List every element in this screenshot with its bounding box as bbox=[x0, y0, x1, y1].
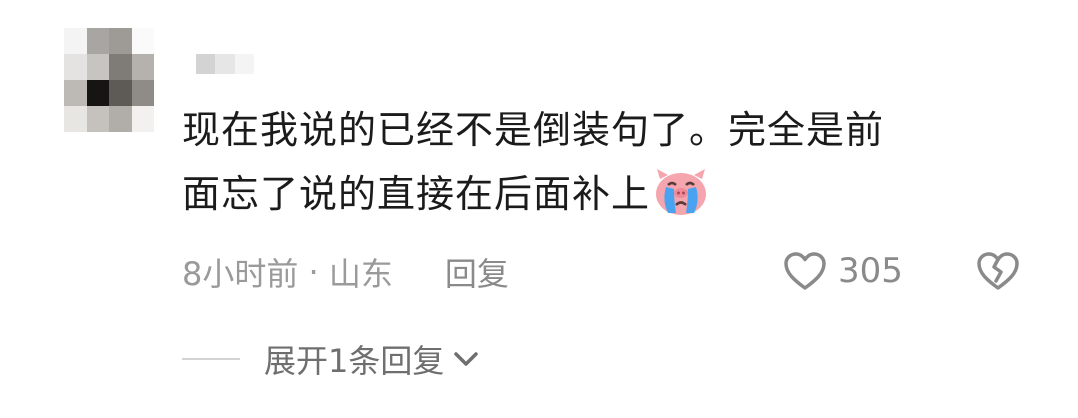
comment-meta: 8小时前 · 山东 回复 bbox=[182, 250, 509, 294]
broken-heart-icon[interactable] bbox=[974, 248, 1022, 294]
comment-text-line: 面忘了说的直接在后面补上 bbox=[182, 162, 1002, 226]
comment-text: 现在我说的已经不是倒装句了。完全是前 面忘了说的直接在后面补上 bbox=[182, 98, 1002, 226]
dislike-button[interactable] bbox=[974, 248, 1022, 294]
heart-outline-icon[interactable] bbox=[782, 250, 828, 292]
like-count: 305 bbox=[838, 251, 903, 291]
username-blurred[interactable] bbox=[196, 54, 254, 74]
avatar[interactable] bbox=[64, 28, 154, 132]
like-button[interactable]: 305 bbox=[782, 248, 903, 294]
expand-replies-button[interactable]: 展开1条回复 bbox=[264, 336, 480, 382]
meta-separator: · bbox=[298, 253, 329, 291]
comment-location: 山东 bbox=[328, 255, 393, 293]
divider-line bbox=[182, 358, 240, 360]
expand-replies-row: 展开1条回复 bbox=[182, 336, 480, 382]
comment-text-line: 现在我说的已经不是倒装句了。完全是前 bbox=[182, 108, 885, 152]
reply-button[interactable]: 回复 bbox=[445, 249, 509, 295]
chevron-down-icon bbox=[454, 352, 479, 366]
expand-replies-label: 展开1条回复 bbox=[264, 342, 445, 380]
comment-time: 8小时前 bbox=[182, 255, 299, 293]
crying-pig-emoji bbox=[654, 167, 708, 217]
